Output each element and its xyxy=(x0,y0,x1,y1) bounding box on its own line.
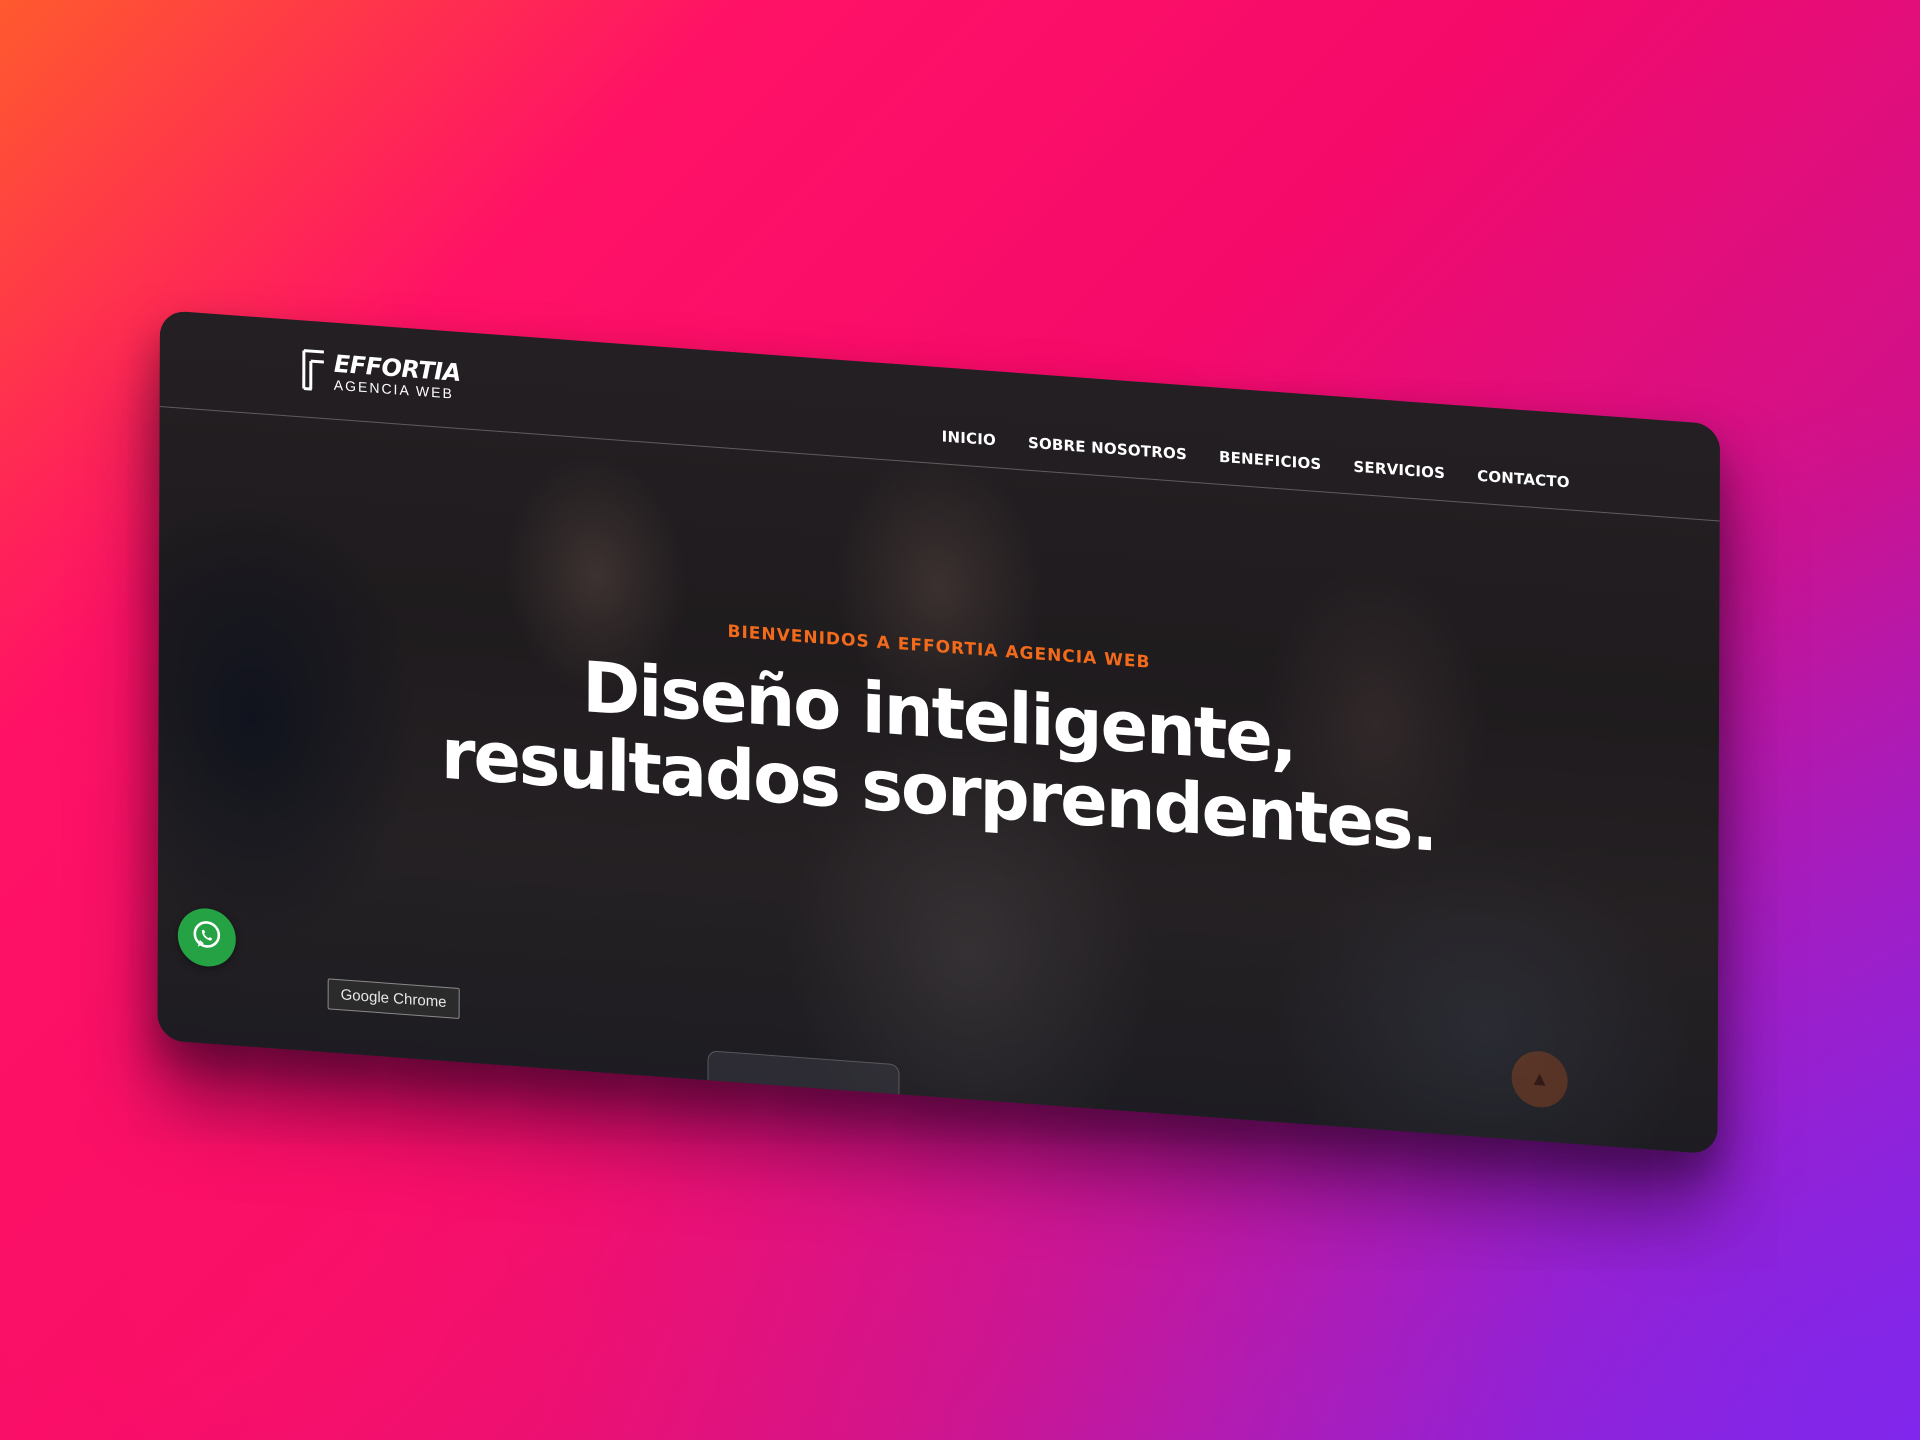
website-screenshot: EFFORTIA AGENCIA WEB INICIO SOBRE NOSOTR… xyxy=(157,310,1720,1155)
logo-text: EFFORTIA AGENCIA WEB xyxy=(334,350,461,402)
whatsapp-icon xyxy=(190,917,224,958)
nav-item-servicios[interactable]: SERVICIOS xyxy=(1353,458,1445,483)
nav-item-beneficios[interactable]: BENEFICIOS xyxy=(1219,448,1322,474)
nav-item-contacto[interactable]: CONTACTO xyxy=(1477,467,1570,492)
arrow-up-icon: ▲ xyxy=(1529,1067,1550,1091)
brand-logo[interactable]: EFFORTIA AGENCIA WEB xyxy=(300,346,461,404)
logo-mark-icon xyxy=(300,346,328,394)
nav-item-inicio[interactable]: INICIO xyxy=(942,427,996,449)
nav-item-sobre-nosotros[interactable]: SOBRE NOSOTROS xyxy=(1028,434,1187,464)
